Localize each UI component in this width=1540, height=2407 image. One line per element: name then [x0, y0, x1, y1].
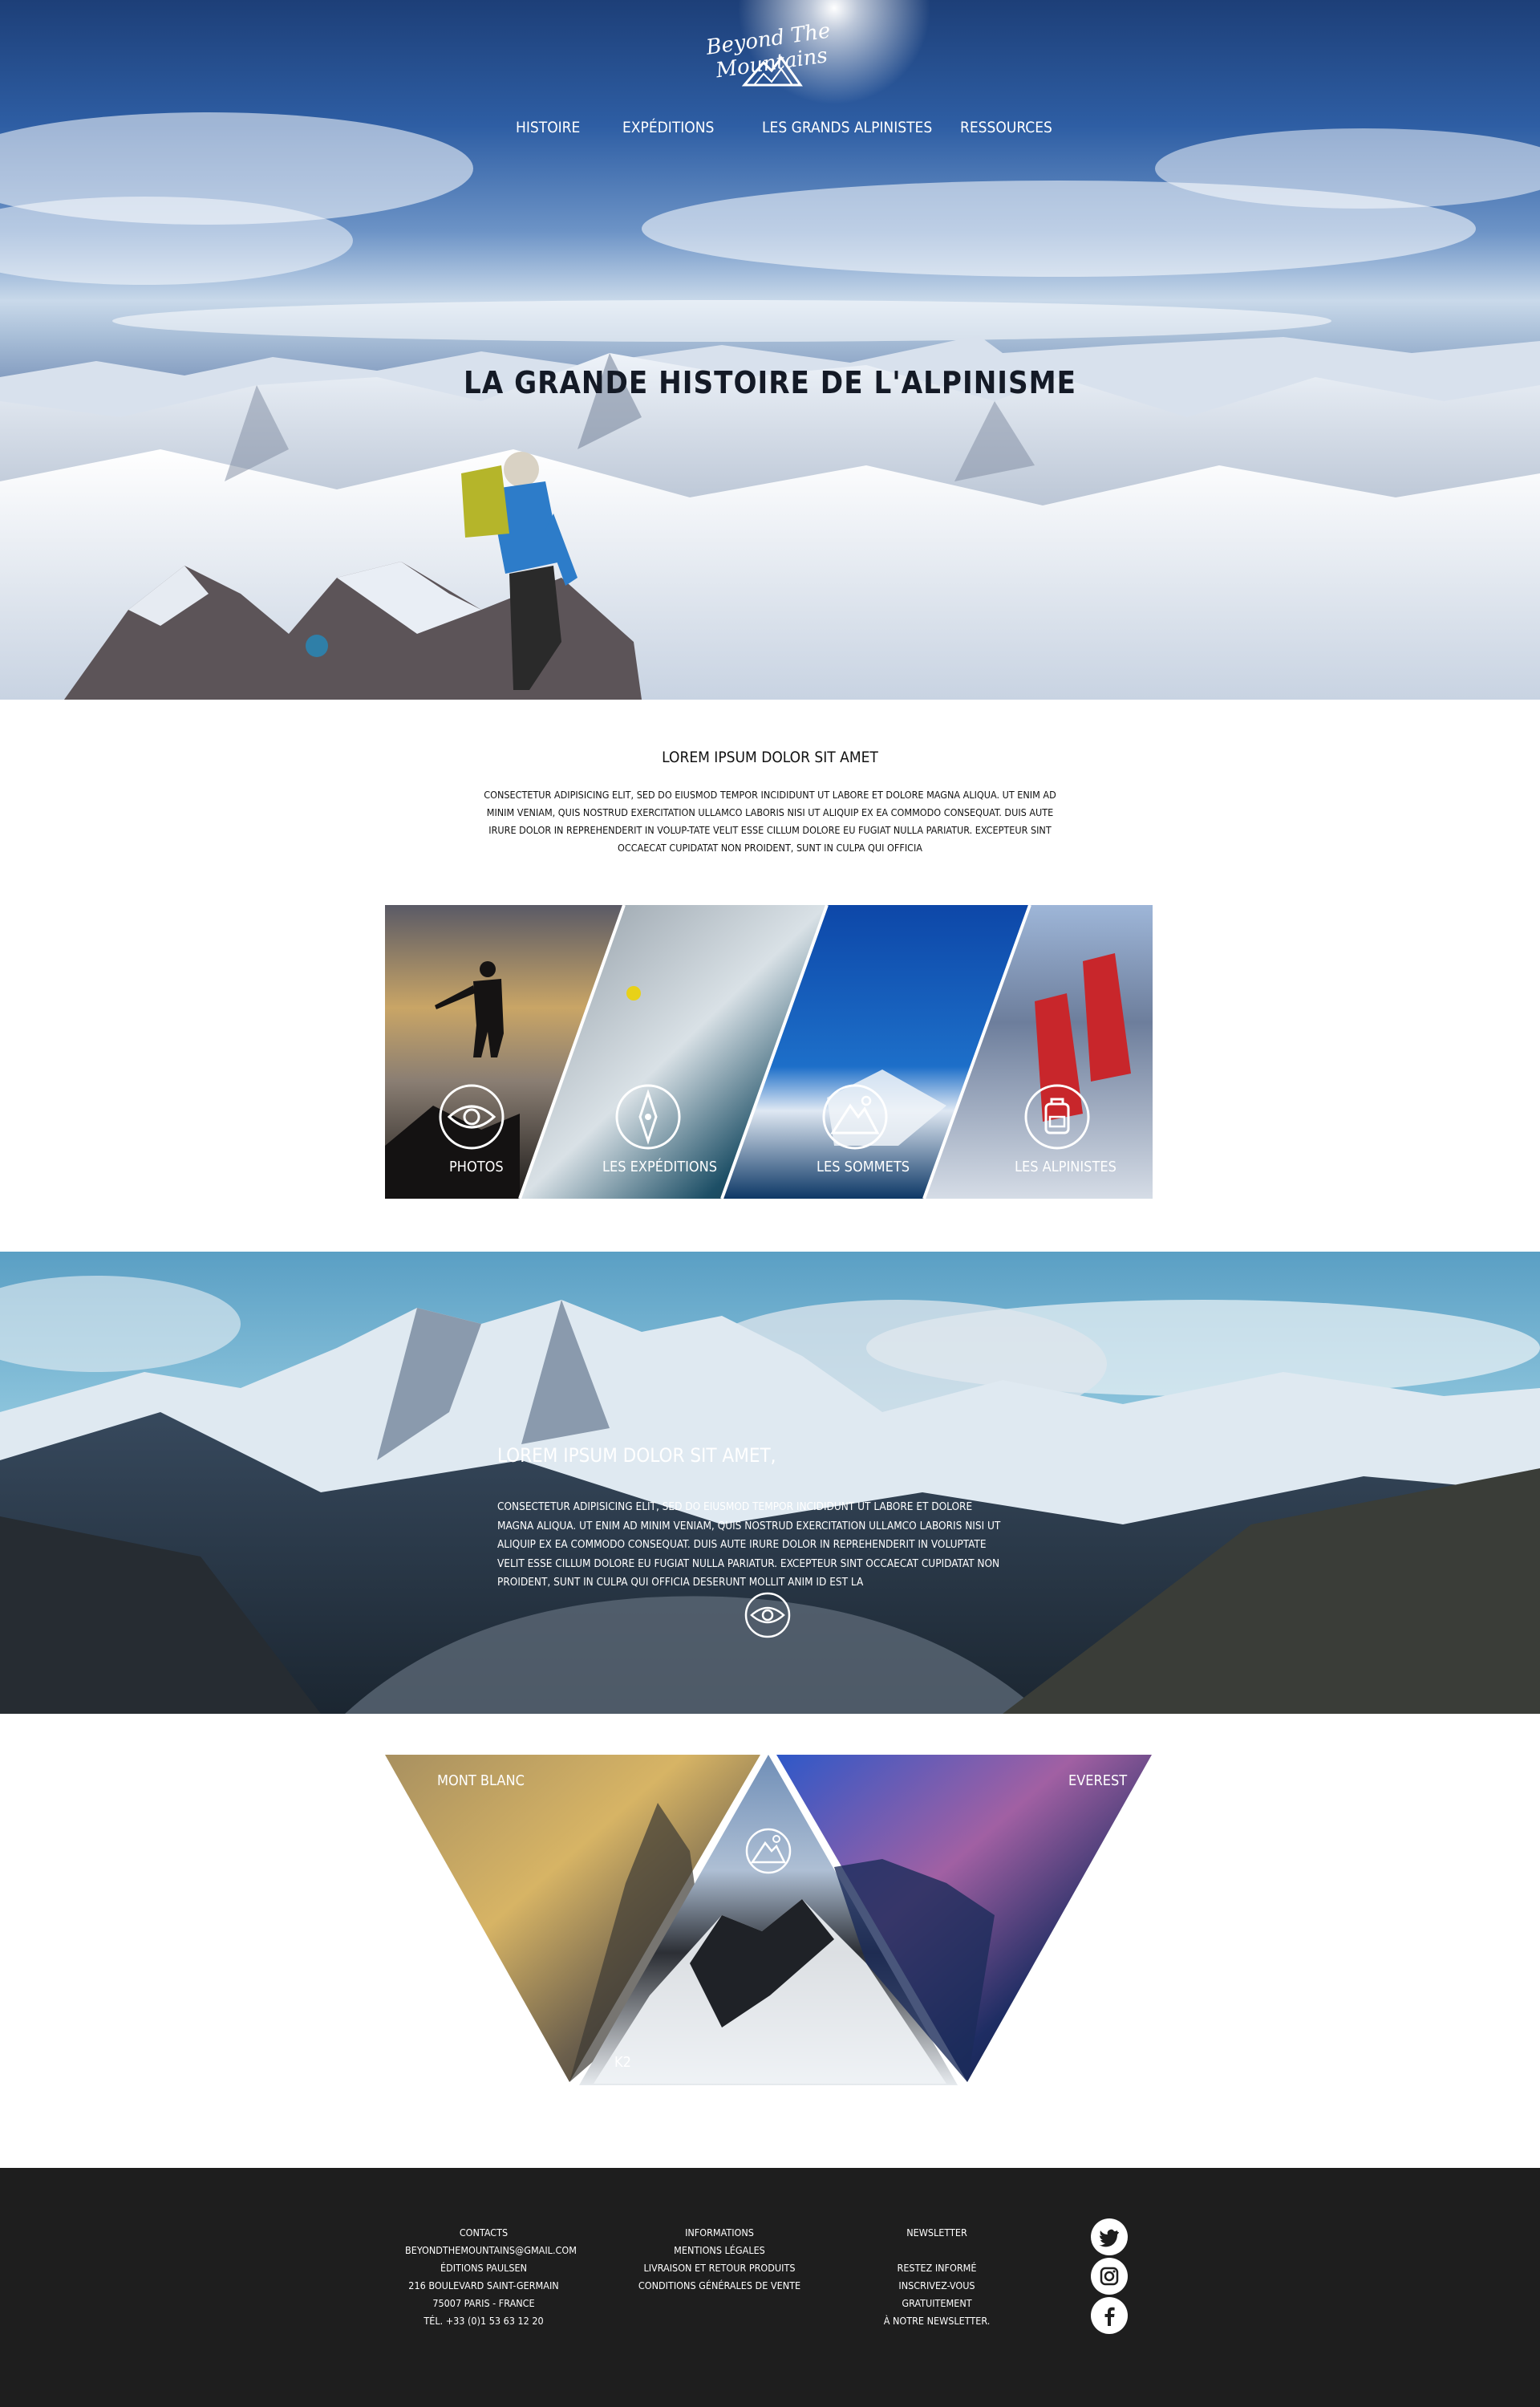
category-expeditions-label[interactable]: LES EXPÉDITIONS — [602, 1159, 717, 1175]
instagram-icon[interactable] — [1091, 2258, 1128, 2295]
footer-newsletter-title: NEWSLETTER — [906, 2226, 967, 2239]
intro-text: CONSECTETUR ADIPISICING ELIT, SED DO EIU… — [484, 789, 1056, 854]
footer-newsletter-line-1: RESTEZ INFORMÉ — [897, 2262, 977, 2274]
nav-link-expeditions[interactable]: EXPÉDITIONS — [622, 119, 714, 136]
footer-newsletter-line-3: À NOTRE NEWSLETTER. — [883, 2315, 991, 2327]
footer-link-cgv[interactable]: CONDITIONS GÉNÉRALES DE VENTE — [638, 2277, 801, 2295]
nav-link-ressources[interactable]: RESSOURCES — [960, 119, 1052, 136]
site-footer: CONTACTS BEYONDTHEMOUNTAINS@GMAIL.COM ÉD… — [0, 2168, 1540, 2407]
footer-address: 216 BOULEVARD SAINT-GERMAIN — [408, 2279, 559, 2291]
footer-link-mentions[interactable]: MENTIONS LÉGALES — [638, 2242, 801, 2259]
summit-everest-label[interactable]: EVEREST — [1068, 1772, 1127, 1789]
summit-mont-blanc-label[interactable]: MONT BLANC — [437, 1772, 525, 1789]
mountain-icon[interactable] — [821, 1083, 889, 1151]
category-alpinistes-label[interactable]: LES ALPINISTES — [1015, 1159, 1116, 1175]
backpack-icon[interactable] — [1023, 1083, 1091, 1151]
eye-icon[interactable] — [438, 1083, 505, 1151]
hero-section: Beyond The Mountains HISTOIRE EXPÉDITION… — [0, 0, 1540, 700]
banner-heading: LOREM IPSUM DOLOR SIT AMET, — [497, 1444, 776, 1467]
footer-newsletter-signup-link[interactable]: INSCRIVEZ-VOUS GRATUITEMENT — [863, 2277, 1011, 2312]
nav-link-grands-alpinistes[interactable]: LES GRANDS ALPINISTES — [762, 119, 932, 136]
compass-icon[interactable] — [614, 1083, 682, 1151]
footer-email-link[interactable]: BEYONDTHEMOUNTAINS@GMAIL.COM — [405, 2242, 577, 2259]
hero-landscape-illustration — [0, 0, 1540, 700]
banner-landscape-illustration — [0, 1252, 1540, 1714]
hero-title: LA GRANDE HISTOIRE DE L'ALPINISME — [463, 365, 1077, 400]
logo-mountain-icon — [741, 55, 803, 87]
category-photos-label[interactable]: PHOTOS — [449, 1159, 504, 1175]
footer-contacts-title: CONTACTS — [459, 2226, 509, 2239]
footer-company: ÉDITIONS PAULSEN — [440, 2262, 528, 2274]
footer-contacts: CONTACTS BEYONDTHEMOUNTAINS@GMAIL.COM ÉD… — [405, 2224, 577, 2330]
footer-newsletter-spacer — [863, 2242, 1011, 2259]
summits-section: MONT BLANC K2 EVEREST — [385, 1755, 1152, 2085]
banner-text: CONSECTETUR ADIPISICING ELIT, SED DO EIU… — [497, 1500, 1001, 1589]
category-panels: PHOTOS LES EXPÉDITIONS LES SOMMETS LES A… — [385, 905, 1153, 1199]
twitter-icon[interactable] — [1091, 2218, 1128, 2255]
facebook-icon[interactable] — [1091, 2297, 1128, 2334]
footer-phone: TÉL. +33 (0)1 53 63 12 20 — [424, 2315, 544, 2327]
footer-newsletter: NEWSLETTER RESTEZ INFORMÉ INSCRIVEZ-VOUS… — [863, 2224, 1011, 2330]
category-panels-background — [385, 905, 1153, 1199]
footer-informations: INFORMATIONS MENTIONS LÉGALES LIVRAISON … — [638, 2224, 801, 2295]
intro-heading: LOREM IPSUM DOLOR SIT AMET — [662, 749, 878, 766]
summits-triangles — [385, 1755, 1152, 2085]
category-sommets-label[interactable]: LES SOMMETS — [817, 1159, 910, 1175]
footer-city: 75007 PARIS - FRANCE — [432, 2297, 535, 2309]
footer-link-livraison[interactable]: LIVRAISON ET RETOUR PRODUITS — [638, 2259, 801, 2277]
site-logo[interactable]: Beyond The Mountains — [698, 11, 842, 91]
summit-k2-label[interactable]: K2 — [614, 2054, 631, 2071]
mountain-icon[interactable] — [744, 1827, 792, 1875]
footer-informations-title: INFORMATIONS — [685, 2226, 754, 2239]
eye-icon[interactable] — [744, 1591, 792, 1639]
banner-section — [0, 1252, 1540, 1714]
nav-link-histoire[interactable]: HISTOIRE — [516, 119, 580, 136]
